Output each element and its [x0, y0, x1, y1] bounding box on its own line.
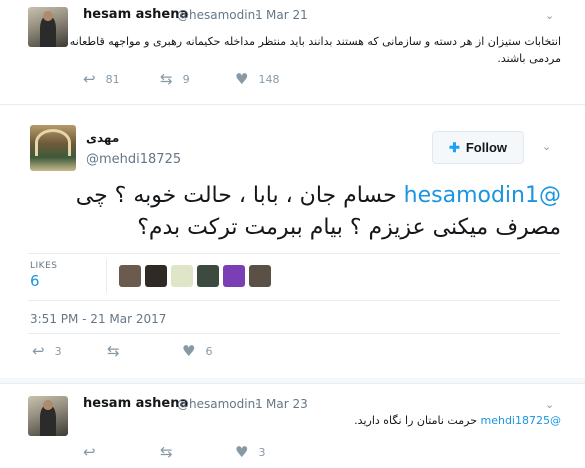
liker-avatar[interactable] [249, 265, 271, 287]
liker-avatar[interactable] [223, 265, 245, 287]
reply-count: 81 [105, 72, 120, 86]
tweet-text: @hesamodin1 حسام جان ، بابا ، حالت خوبه … [41, 180, 561, 244]
likes-label: LIKES [30, 261, 58, 271]
like-count: 148 [258, 72, 280, 86]
tweet-date[interactable]: Mar 21 [266, 8, 308, 22]
liker-avatar[interactable] [171, 265, 193, 287]
chevron-down-icon[interactable]: ⌄ [545, 9, 554, 22]
divider [28, 253, 560, 254]
like-button[interactable]: ♥ 6 [182, 342, 212, 360]
divider [28, 300, 560, 301]
liker-avatar[interactable] [197, 265, 219, 287]
author-handle[interactable]: @hesamodin1 [177, 397, 263, 411]
divider [0, 383, 585, 384]
add-user-icon: ✚ [448, 139, 460, 155]
like-count: 6 [205, 344, 213, 358]
retweet-button[interactable]: ⇆ [160, 443, 235, 461]
chevron-down-icon[interactable]: ⌄ [545, 398, 554, 411]
retweet-icon: ⇆ [107, 342, 120, 360]
heart-icon: ♥ [235, 443, 249, 461]
like-count: 3 [258, 445, 266, 459]
avatar[interactable] [28, 396, 68, 436]
reply-icon: ↩ [83, 70, 96, 88]
mention-link[interactable]: @hesamodin1 [404, 183, 561, 208]
divider [106, 259, 107, 293]
retweet-button[interactable]: ⇆ 9 [160, 70, 235, 88]
author-handle[interactable]: @mehdi18725 [86, 152, 181, 167]
reply-icon: ↩ [32, 342, 45, 360]
divider [28, 333, 560, 334]
reply-count: 3 [54, 344, 62, 358]
author-name[interactable]: مهدی [86, 131, 119, 145]
avatar[interactable] [30, 125, 76, 171]
reply-button[interactable]: ↩ 3 [32, 342, 107, 360]
retweet-button[interactable]: ⇆ [107, 342, 182, 360]
separator-dot: · [255, 8, 259, 22]
heart-icon: ♥ [182, 342, 196, 360]
separator-dot: · [255, 397, 259, 411]
tweet-text: @mehdi18725 حرمت نامتان را نگاه دارید. [81, 413, 561, 429]
reply-button[interactable]: ↩ [83, 443, 160, 461]
like-button[interactable]: ♥ 3 [235, 443, 265, 461]
like-button[interactable]: ♥ 148 [235, 70, 279, 88]
follow-button[interactable]: ✚ Follow [432, 131, 524, 164]
tweet-actions: ↩ 81 ⇆ 9 ♥ 148 [83, 70, 279, 88]
tweet-text: انتخابات ستیزان از هر دسته و سازمانی که … [69, 35, 561, 65]
tweet-date[interactable]: Mar 23 [266, 397, 308, 411]
chevron-down-icon[interactable]: ⌄ [542, 140, 551, 153]
liker-avatars [119, 265, 275, 287]
tweet-actions: ↩ ⇆ ♥ 3 [83, 443, 265, 461]
divider [0, 104, 585, 105]
reply-button[interactable]: ↩ 81 [83, 70, 160, 88]
tweet-body: حرمت نامتان را نگاه دارید. [354, 414, 481, 427]
retweet-icon: ⇆ [160, 70, 173, 88]
liker-avatar[interactable] [145, 265, 167, 287]
heart-icon: ♥ [235, 70, 249, 88]
retweet-count: 9 [182, 72, 190, 86]
author-name[interactable]: hesam ashena [83, 7, 188, 22]
tweet-actions: ↩ 3 ⇆ ♥ 6 [32, 342, 212, 360]
mention-link[interactable]: @mehdi18725 [481, 414, 562, 427]
likes-count[interactable]: 6 [30, 272, 40, 290]
liker-avatar[interactable] [119, 265, 141, 287]
reply-icon: ↩ [83, 443, 96, 461]
retweet-icon: ⇆ [160, 443, 173, 461]
tweet-timestamp[interactable]: 3:51 PM - 21 Mar 2017 [30, 312, 166, 326]
author-name[interactable]: hesam ashena [83, 396, 188, 411]
author-handle[interactable]: @hesamodin1 [177, 8, 263, 22]
follow-label: Follow [465, 140, 508, 155]
